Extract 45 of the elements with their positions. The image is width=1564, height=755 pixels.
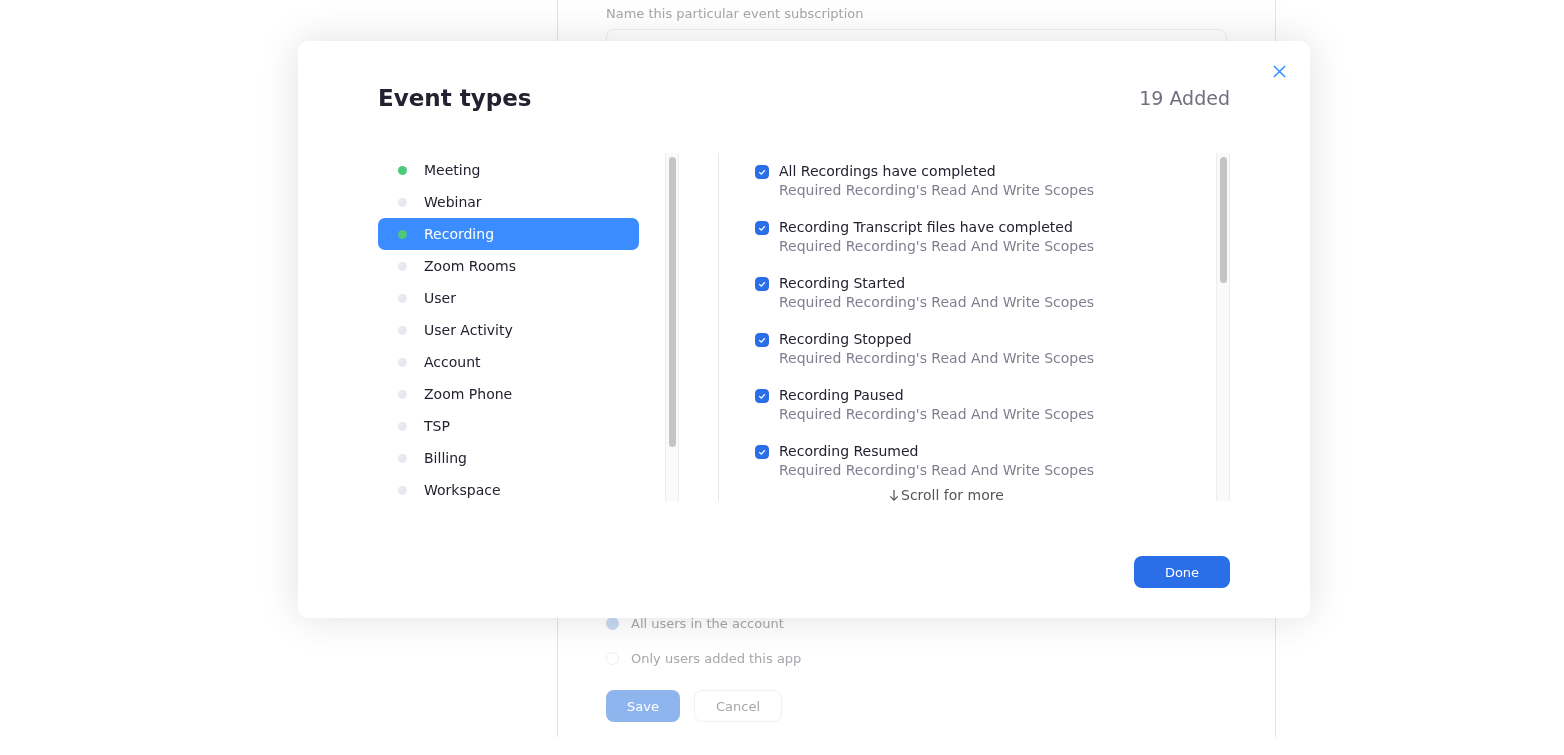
dialog-title: Event types [378,85,532,111]
category-item[interactable]: User Activity [378,314,639,346]
event-note: Required Recording's Read And Write Scopes [779,462,1095,478]
checkbox[interactable] [755,333,769,347]
done-button[interactable]: Done [1134,556,1230,588]
check-icon [757,391,767,401]
event-note: Required Recording's Read And Write Scopes [779,350,1095,366]
category-item[interactable]: Billing [378,442,639,474]
event-note: Required Recording's Read And Write Scopes [779,294,1095,310]
checkbox[interactable] [755,165,769,179]
category-item[interactable]: Zoom Rooms [378,250,639,282]
category-item[interactable]: Account [378,346,639,378]
event-label: Recording Resumed [779,443,920,459]
radio-label: Only users added this app [631,651,802,666]
check-icon [757,447,767,457]
down-arrow-icon [889,488,899,501]
close-icon[interactable] [1273,65,1286,78]
category-item[interactable]: Meeting [378,154,639,186]
category-item[interactable]: Zoom Phone [378,378,639,410]
check-icon [757,279,767,289]
event-label: Recording Stopped [779,331,913,347]
event-note: Required Recording's Read And Write Scopes [779,238,1095,254]
radio-label: All users in the account [631,616,784,631]
category-item[interactable]: Workspace [378,474,639,506]
scrollbar-thumb[interactable] [1219,157,1227,283]
checkbox[interactable] [755,277,769,291]
added-count: 19 Added [1139,87,1230,109]
event-label: Recording Transcript files have completed [779,219,1074,235]
category-item[interactable]: User [378,282,639,314]
event-label: Recording Paused [779,387,905,403]
scroll-hint: Scroll for more [901,487,1004,501]
event-note: Required Recording's Read And Write Scopes [779,182,1095,198]
category-item[interactable]: TSP [378,410,639,442]
category-item[interactable]: Webinar [378,186,639,218]
checkbox[interactable] [755,389,769,403]
scrollbar-thumb[interactable] [668,157,676,447]
check-icon [757,335,767,345]
event-label: Recording Started [779,275,907,291]
check-icon [757,223,767,233]
event-label: All Recordings have completed [779,163,997,179]
field-label: Name this particular event subscription [606,6,865,21]
event-note: Required Recording's Read And Write Scopes [779,406,1095,422]
checkbox[interactable] [755,221,769,235]
checkbox[interactable] [755,445,769,459]
check-icon [757,167,767,177]
